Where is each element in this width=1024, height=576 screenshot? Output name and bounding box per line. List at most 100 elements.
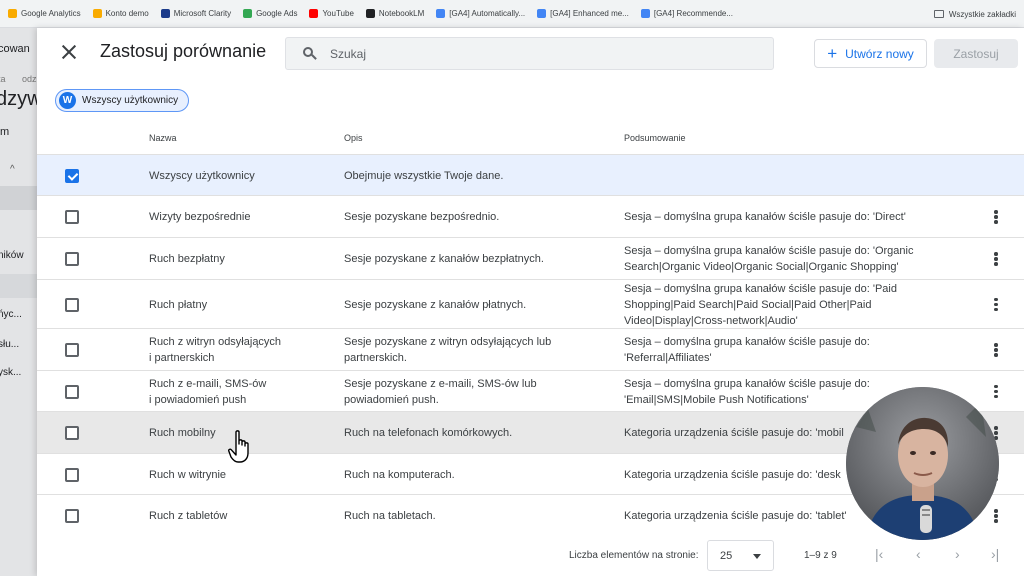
search-box[interactable] <box>285 37 774 70</box>
backdrop-band <box>0 274 37 298</box>
bookmark-item[interactable]: [GA4] Enhanced me... <box>531 0 635 28</box>
next-page-icon[interactable]: › <box>955 546 960 562</box>
row-summary-line: Sesja – domyślna grupa kanałów ściśle pa… <box>624 336 870 348</box>
row-name: Wizyty bezpośrednie <box>149 209 329 225</box>
row-name: Ruch z witryn odsyłających i partnerskich <box>149 334 329 366</box>
backdrop-text: ńyc... <box>0 309 22 320</box>
chip-avatar: W <box>59 92 76 109</box>
row-name-line: Ruch z e-maili, SMS-ów <box>149 377 267 390</box>
create-new-button[interactable]: + Utwórz nowy <box>814 39 927 68</box>
bookmarks-folder-label: Wszystkie zakładki <box>948 9 1016 19</box>
row-description-line: Sesje pozyskane z kanałów bezpłatnych. <box>344 253 544 265</box>
bookmark-item[interactable]: YouTube <box>303 0 359 28</box>
row-checkbox[interactable] <box>65 343 79 357</box>
row-name-line: Ruch płatny <box>149 298 208 311</box>
more-options-icon[interactable] <box>992 297 1000 312</box>
close-icon[interactable] <box>59 42 79 62</box>
row-description-line: Obejmuje wszystkie Twoje dane. <box>344 169 504 182</box>
row-summary-line: Sesja – domyślna grupa kanałów ściśle pa… <box>624 245 914 257</box>
row-description-line: Sesje pozyskane z e-maili, SMS-ów lub <box>344 377 537 390</box>
bookmark-favicon-icon <box>92 9 102 18</box>
column-header-name[interactable]: Nazwa <box>149 133 177 143</box>
row-checkbox[interactable] <box>65 426 79 440</box>
more-options-icon[interactable] <box>992 210 1000 224</box>
panel-header: Zastosuj porównanie + Utwórz nowy Zastos… <box>37 28 1024 80</box>
row-checkbox[interactable] <box>65 384 79 399</box>
chip-label: Wszyscy użytkownicy <box>82 95 179 106</box>
row-summary-line: Search|Organic Video|Organic Social|Orga… <box>624 261 899 273</box>
row-name-line: Ruch z tabletów <box>149 510 228 522</box>
search-input[interactable] <box>330 46 750 62</box>
more-options-icon[interactable] <box>992 252 1000 266</box>
row-description-line: Ruch na tabletach. <box>344 510 436 522</box>
bookmark-item[interactable]: NotebookLM <box>360 0 430 28</box>
row-checkbox[interactable] <box>65 252 79 266</box>
backdrop-text: m <box>0 126 10 138</box>
webcam-overlay <box>846 387 999 540</box>
more-options-icon[interactable] <box>992 509 1000 523</box>
bookmark-item[interactable]: Google Ads <box>237 0 303 28</box>
bookmark-label: [GA4] Recommende... <box>653 9 734 18</box>
table-row[interactable]: Ruch bezpłatny Sesje pozyskane z kanałów … <box>37 237 1024 279</box>
row-summary: Sesja – domyślna grupa kanałów ściśle pa… <box>624 281 964 329</box>
bookmark-label: YouTube <box>322 9 354 18</box>
row-name-line: Ruch bezpłatny <box>149 253 225 265</box>
column-header-description[interactable]: Opis <box>344 133 363 143</box>
bookmarks-bar: Google Analytics Konto demo Microsoft Clar… <box>0 0 1024 28</box>
bookmarks-folder[interactable]: Wszystkie zakładki <box>933 0 1016 28</box>
bookmark-favicon-icon <box>537 9 547 18</box>
row-summary: Sesja – domyślna grupa kanałów ściśle pa… <box>624 243 964 275</box>
row-name-line: i partnerskich <box>149 352 215 364</box>
bookmark-item[interactable]: [GA4] Automatically... <box>430 0 531 28</box>
background-page: cowan ta odz dzyw m ^ ników ńyc... słu..… <box>0 28 37 576</box>
row-checkbox[interactable] <box>65 168 79 183</box>
row-description: Ruch na tabletach. <box>344 508 604 524</box>
row-name: Ruch z e-maili, SMS-ów i powiadomień push <box>149 376 329 408</box>
backdrop-text: słu... <box>0 339 20 350</box>
backdrop-text: ta <box>0 74 6 84</box>
row-name-line: Wizyty bezpośrednie <box>149 211 251 223</box>
backdrop-text: dzyw <box>0 88 37 110</box>
bookmark-favicon-icon <box>243 9 253 18</box>
bookmark-item[interactable]: Konto demo <box>87 0 155 28</box>
bookmark-favicon-icon <box>436 9 446 18</box>
table-row[interactable]: Ruch z witryn odsyłających i partnerskich… <box>37 328 1024 370</box>
row-summary: Sesja – domyślna grupa kanałów ściśle pa… <box>624 209 964 225</box>
search-icon <box>303 47 317 60</box>
more-options-icon[interactable] <box>992 384 1000 399</box>
table-row[interactable]: Wizyty bezpośrednie Sesje pozyskane bezpo… <box>37 195 1024 237</box>
bookmark-item[interactable]: Microsoft Clarity <box>155 0 237 28</box>
row-description: Sesje pozyskane bezpośrednio. <box>344 209 604 225</box>
row-summary: Sesja – domyślna grupa kanałów ściśle pa… <box>624 334 964 366</box>
bookmark-item[interactable]: [GA4] Recommende... <box>635 0 739 28</box>
prev-page-icon[interactable]: ‹ <box>916 546 921 562</box>
backdrop-text: cowan <box>0 43 30 55</box>
row-checkbox[interactable] <box>65 210 79 224</box>
row-name: Wszyscy użytkownicy <box>149 168 329 184</box>
row-description: Ruch na telefonach komórkowych. <box>344 425 604 441</box>
bookmark-favicon-icon <box>365 9 375 18</box>
table-row[interactable]: Ruch płatny Sesje pozyskane z kanałów pła… <box>37 279 1024 328</box>
folder-icon <box>933 10 944 18</box>
bookmark-label: [GA4] Enhanced me... <box>550 9 629 18</box>
create-new-label: Utwórz nowy <box>845 46 914 61</box>
bookmark-item[interactable]: Google Analytics <box>2 0 87 28</box>
more-options-icon[interactable] <box>992 343 1000 357</box>
table-header: Nazwa Opis Podsumowanie <box>37 124 1024 154</box>
row-summary-line: Sesja – domyślna grupa kanałów ściśle pa… <box>624 282 897 295</box>
column-header-summary[interactable]: Podsumowanie <box>624 133 686 143</box>
last-page-icon[interactable]: ›| <box>991 546 999 562</box>
row-checkbox[interactable] <box>65 509 79 523</box>
row-checkbox[interactable] <box>65 297 79 312</box>
bookmark-favicon-icon <box>8 9 17 18</box>
segment-chip[interactable]: W Wszyscy użytkownicy <box>55 89 190 112</box>
first-page-icon[interactable]: |‹ <box>875 546 883 562</box>
row-checkbox[interactable] <box>65 467 79 482</box>
row-name-line: i powiadomień push <box>149 393 247 406</box>
bookmark-label: [GA4] Automatically... <box>449 9 526 18</box>
per-page-select[interactable]: 25 <box>707 540 774 571</box>
row-description-line: Ruch na komputerach. <box>344 468 455 481</box>
bookmark-label: Google Ads <box>256 9 298 18</box>
apply-button[interactable]: Zastosuj <box>934 39 1018 68</box>
table-row[interactable]: Wszyscy użytkownicy Obejmuje wszystkie Tw… <box>37 154 1024 195</box>
